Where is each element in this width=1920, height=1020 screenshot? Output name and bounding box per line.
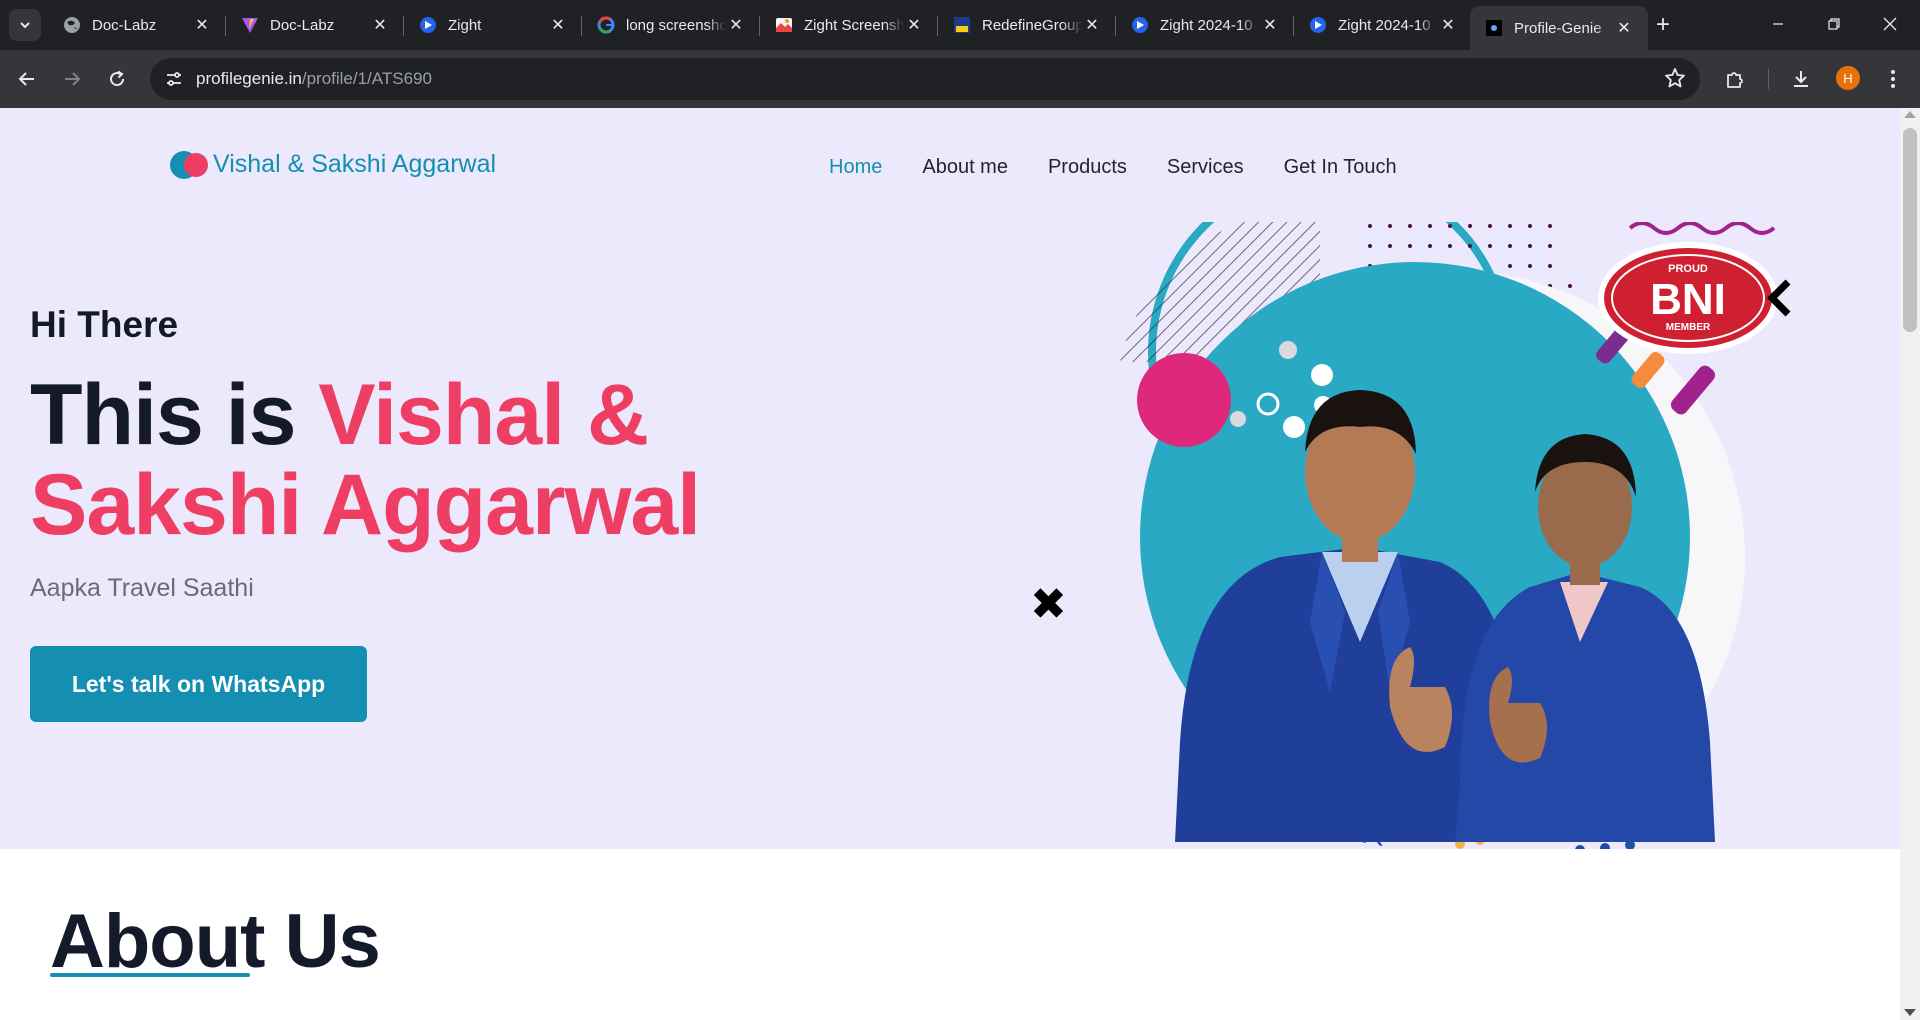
vite-icon	[240, 15, 260, 35]
close-icon	[1883, 17, 1897, 31]
scroll-thumb[interactable]	[1903, 128, 1917, 332]
chevron-down-icon	[20, 22, 30, 29]
close-icon[interactable]: ✕	[1082, 15, 1102, 35]
browser-tab-active[interactable]: Profile-Genie ✕	[1470, 6, 1648, 50]
scroll-down-arrow-icon[interactable]	[1904, 1009, 1916, 1016]
bni-badge: PROUD BNI MEMBER	[1598, 242, 1778, 354]
url-path: /profile/1/ATS690	[301, 69, 432, 88]
scroll-up-arrow-icon[interactable]	[1904, 111, 1916, 118]
nav-services[interactable]: Services	[1167, 156, 1244, 179]
nav-get-in-touch[interactable]: Get In Touch	[1284, 156, 1397, 179]
tune-icon	[167, 72, 181, 86]
nav-about-me[interactable]: About me	[922, 156, 1008, 179]
tab-strip: Doc-Labz ✕ Doc-Labz ✕ Zight ✕ long scree…	[0, 0, 1920, 50]
bookmark-button[interactable]	[1664, 67, 1686, 94]
tab-search-button[interactable]	[9, 9, 41, 41]
close-window-button[interactable]	[1862, 0, 1918, 48]
page-scrollbar[interactable]	[1900, 108, 1920, 1020]
more-vertical-icon	[1891, 70, 1895, 88]
address-bar[interactable]: profilegenie.in/profile/1/ATS690	[150, 58, 1700, 100]
close-icon[interactable]: ✕	[726, 15, 746, 35]
new-tab-button[interactable]: +	[1648, 10, 1678, 40]
tab-title: Zight Screenshot	[804, 16, 904, 34]
toolbar-divider	[1768, 69, 1769, 89]
close-icon[interactable]: ✕	[370, 15, 390, 35]
tab-title: long screenshot	[626, 16, 726, 34]
nav-products[interactable]: Products	[1048, 156, 1127, 179]
browser-tab[interactable]: Zight ✕	[404, 6, 582, 44]
hero-section: Vishal & Sakshi Aggarwal Home About me P…	[0, 108, 1900, 849]
site-brand[interactable]: Vishal & Sakshi Aggarwal	[170, 150, 496, 179]
close-icon[interactable]: ✕	[1438, 15, 1458, 35]
close-icon[interactable]: ✕	[192, 15, 212, 35]
browser-tab[interactable]: RedefineGroup ✕	[938, 6, 1116, 44]
browser-tab[interactable]: Doc-Labz ✕	[226, 6, 404, 44]
plus-icon: +	[1655, 11, 1670, 38]
forward-button[interactable]	[55, 62, 89, 96]
close-icon[interactable]: ✕	[1260, 15, 1280, 35]
tab-title: RedefineGroup	[982, 16, 1082, 34]
browser-tab[interactable]: Zight Screenshot ✕	[760, 6, 938, 44]
hero-greeting: Hi There	[30, 304, 179, 345]
downloads-button[interactable]	[1784, 62, 1818, 96]
redefine-icon	[952, 15, 972, 35]
whatsapp-cta-button[interactable]: Let's talk on WhatsApp	[30, 646, 367, 722]
zight-icon	[418, 15, 438, 35]
about-heading-underline	[50, 973, 250, 977]
restore-icon	[1828, 18, 1840, 30]
minimize-button[interactable]	[1750, 0, 1806, 48]
google-icon	[596, 15, 616, 35]
badge-main-text: BNI	[1650, 275, 1726, 324]
hero-tagline: Aapka Travel Saathi	[30, 574, 254, 602]
close-icon[interactable]: ✕	[904, 15, 924, 35]
tab-title: Doc-Labz	[92, 16, 157, 34]
tab-title: Doc-Labz	[270, 16, 335, 34]
profile-avatar[interactable]: H	[1836, 66, 1860, 90]
brand-name: Vishal & Sakshi Aggarwal	[213, 150, 497, 178]
zight-icon	[1308, 15, 1328, 35]
profile-genie-icon	[1484, 18, 1504, 38]
puzzle-icon	[1727, 72, 1743, 88]
restore-button[interactable]	[1806, 0, 1862, 48]
browser-tab[interactable]: Doc-Labz ✕	[48, 6, 226, 44]
arrow-left-icon	[18, 72, 34, 86]
close-icon[interactable]: ✕	[548, 15, 568, 35]
url-text[interactable]: profilegenie.in/profile/1/ATS690	[196, 69, 432, 89]
tab-title: Zight 2024-10	[1160, 16, 1253, 34]
globe-icon	[62, 15, 82, 35]
headline-prefix: This is	[30, 367, 319, 463]
page-viewport: Vishal & Sakshi Aggarwal Home About me P…	[0, 108, 1900, 1020]
badge-bottom-text: MEMBER	[1666, 322, 1711, 333]
download-icon	[1794, 71, 1808, 87]
hero-headline: This is Vishal & Sakshi Aggarwal	[30, 370, 790, 550]
main-nav: Home About me Products Services Get In T…	[829, 156, 1437, 179]
logo-dot-pink	[184, 152, 208, 177]
badge-top-text: PROUD	[1668, 263, 1708, 275]
tab-title: Profile-Genie	[1514, 19, 1602, 37]
reload-button[interactable]	[100, 62, 134, 96]
browser-toolbar: profilegenie.in/profile/1/ATS690 H	[0, 50, 1920, 108]
zight-screen-icon	[774, 15, 794, 35]
url-domain: profilegenie.in	[196, 69, 302, 88]
browser-menu-button[interactable]	[1876, 62, 1910, 96]
profile-initial: H	[1843, 70, 1853, 86]
reload-icon	[110, 70, 125, 87]
back-button[interactable]	[10, 62, 44, 96]
arrow-right-icon	[65, 72, 81, 86]
browser-tab[interactable]: Zight 2024-10 ✕	[1294, 6, 1472, 44]
minimize-icon	[1773, 23, 1783, 25]
tab-title: Zight 2024-10	[1338, 16, 1431, 34]
zight-icon	[1130, 15, 1150, 35]
tab-title: Zight	[448, 16, 482, 34]
extensions-button[interactable]	[1718, 62, 1752, 96]
browser-tab[interactable]: long screenshot ✕	[582, 6, 760, 44]
site-info-button[interactable]	[158, 63, 190, 95]
browser-tab[interactable]: Zight 2024-10 ✕	[1116, 6, 1294, 44]
about-heading: About Us	[50, 899, 381, 984]
close-icon[interactable]: ✕	[1614, 18, 1634, 38]
nav-home[interactable]: Home	[829, 156, 882, 179]
star-icon	[1665, 68, 1685, 88]
hero-illustration: PROUD BNI MEMBER	[1120, 222, 1791, 849]
